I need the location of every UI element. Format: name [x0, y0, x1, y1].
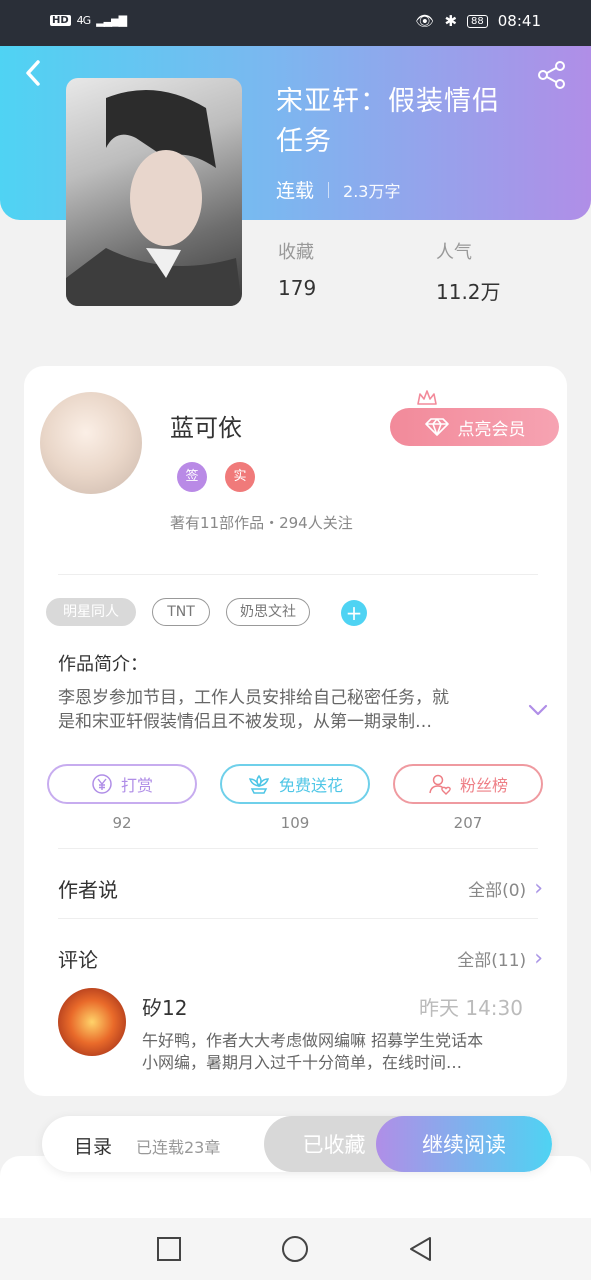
eye-icon: 👁	[415, 12, 435, 30]
author-says-more-label: 全部(0)	[468, 881, 527, 901]
status-right: 👁 ✱ 88 08:41	[415, 12, 541, 30]
status-left: HD 4G ▂▃▅▇	[50, 14, 127, 27]
square-icon[interactable]	[154, 1234, 184, 1264]
author-says-more[interactable]: 全部(0) ›	[468, 876, 543, 901]
flower-count: 109	[280, 814, 310, 832]
network-indicator: 4G	[76, 14, 91, 27]
intro-line: 李恩岁参加节目，工作人员安排给自己秘密任务，就	[58, 688, 449, 708]
continue-reading-label: 继续阅读	[422, 1133, 506, 1157]
commenter-name[interactable]: 矽12	[142, 992, 187, 1021]
comment-line: 小网编，暑期月入过千十分简单，在线时间…	[142, 1053, 463, 1072]
book-status: 连载	[276, 180, 315, 202]
status-bar: HD 4G ▂▃▅▇ 👁 ✱ 88 08:41	[0, 0, 591, 46]
stat-label: 收藏	[278, 242, 314, 263]
triangle-back-icon[interactable]	[406, 1234, 436, 1264]
favorited-label: 已收藏	[302, 1133, 366, 1157]
flower-icon	[248, 774, 270, 794]
circle-icon[interactable]	[280, 1234, 310, 1264]
book-title-line2: 任务	[276, 126, 332, 157]
cover-portrait-image	[66, 90, 242, 306]
tag-genre[interactable]: 明星同人	[46, 598, 136, 626]
stat-favorites: 收藏 179	[278, 238, 316, 300]
system-nav-bar	[0, 1218, 591, 1280]
meta-divider	[328, 181, 330, 198]
tag-publisher[interactable]: 奶思文社	[226, 598, 310, 626]
author-avatar[interactable]	[40, 392, 142, 494]
battery-icon: 88	[467, 14, 488, 28]
comment-time: 昨天 14:30	[419, 996, 523, 1020]
book-title-line1: 宋亚轩：假装情侣	[276, 86, 500, 117]
chevron-right-icon: ›	[534, 946, 543, 971]
tag-tnt[interactable]: TNT	[152, 598, 210, 626]
stat-value: 179	[278, 276, 317, 300]
author-info: 著有11部作品・294人关注	[170, 514, 353, 532]
hd-indicator: HD	[50, 15, 71, 26]
vip-button[interactable]: 点亮会员	[390, 408, 559, 446]
book-cover[interactable]	[66, 78, 242, 306]
author-says-title: 作者说	[58, 878, 118, 902]
fans-count: 207	[453, 814, 483, 832]
intro-line: 是和宋亚轩假装情侣且不被发现，从第一期录制…	[58, 712, 432, 732]
send-flower-button[interactable]: 免费送花	[220, 764, 370, 804]
tip-label: 打赏	[120, 776, 153, 795]
yen-coin-icon	[92, 774, 112, 794]
comments-title: 评论	[58, 948, 98, 972]
back-chevron-icon	[26, 60, 40, 86]
stat-popularity: 人气 11.2万	[436, 238, 501, 305]
stat-value: 11.2万	[436, 280, 501, 304]
signal-icon: ▂▃▅▇	[96, 14, 127, 27]
stat-label: 人气	[436, 242, 472, 263]
book-title: 宋亚轩：假装情侣 任务	[276, 82, 536, 162]
back-button[interactable]	[20, 58, 48, 88]
crown-icon	[417, 390, 437, 405]
diamond-icon	[424, 418, 449, 436]
chevron-right-icon: ›	[534, 876, 543, 901]
user-heart-icon	[429, 774, 451, 795]
tip-count: 92	[112, 814, 132, 832]
comment-text[interactable]: 午好鸭，作者大大考虑做网编嘛 招募学生党话本 小网编，暑期月入过千十分简单，在线…	[142, 1030, 527, 1074]
bluetooth-icon: ✱	[444, 12, 458, 30]
share-icon	[538, 61, 565, 89]
add-tag-button[interactable]: +	[341, 600, 367, 626]
comments-more-label: 全部(11)	[457, 951, 527, 971]
vip-button-label: 点亮会员	[457, 419, 526, 440]
send-flower-label: 免费送花	[278, 776, 343, 795]
fans-ranking-label: 粉丝榜	[459, 776, 508, 795]
tip-button[interactable]: 打赏	[47, 764, 197, 804]
divider	[58, 574, 538, 575]
chevron-down-icon[interactable]	[526, 698, 550, 722]
clock: 08:41	[497, 12, 541, 30]
signed-badge: 签	[177, 462, 207, 492]
intro-label: 作品简介：	[58, 654, 148, 675]
toc-button[interactable]: 目录	[74, 1132, 112, 1159]
author-name[interactable]: 蓝可依	[170, 408, 242, 443]
divider	[58, 848, 538, 849]
intro-text: 李恩岁参加节目，工作人员安排给自己秘密任务，就 是和宋亚轩假装情侣且不被发现，从…	[58, 686, 508, 734]
verified-badge: 实	[225, 462, 255, 492]
continue-reading-button[interactable]: 继续阅读	[376, 1116, 552, 1172]
book-meta: 连载 2.3万字	[276, 176, 400, 203]
fans-ranking-button[interactable]: 粉丝榜	[393, 764, 543, 804]
comments-more[interactable]: 全部(11) ›	[457, 946, 543, 971]
bottom-action-bar: 目录 已连载23章 已收藏 继续阅读	[42, 1116, 552, 1172]
chapter-count[interactable]: 已连载23章	[136, 1134, 220, 1158]
share-button[interactable]	[537, 60, 567, 90]
word-count: 2.3万字	[343, 181, 401, 201]
comment-line: 午好鸭，作者大大考虑做网编嘛 招募学生党话本	[142, 1031, 484, 1050]
commenter-avatar[interactable]	[58, 988, 126, 1056]
divider	[58, 918, 538, 919]
